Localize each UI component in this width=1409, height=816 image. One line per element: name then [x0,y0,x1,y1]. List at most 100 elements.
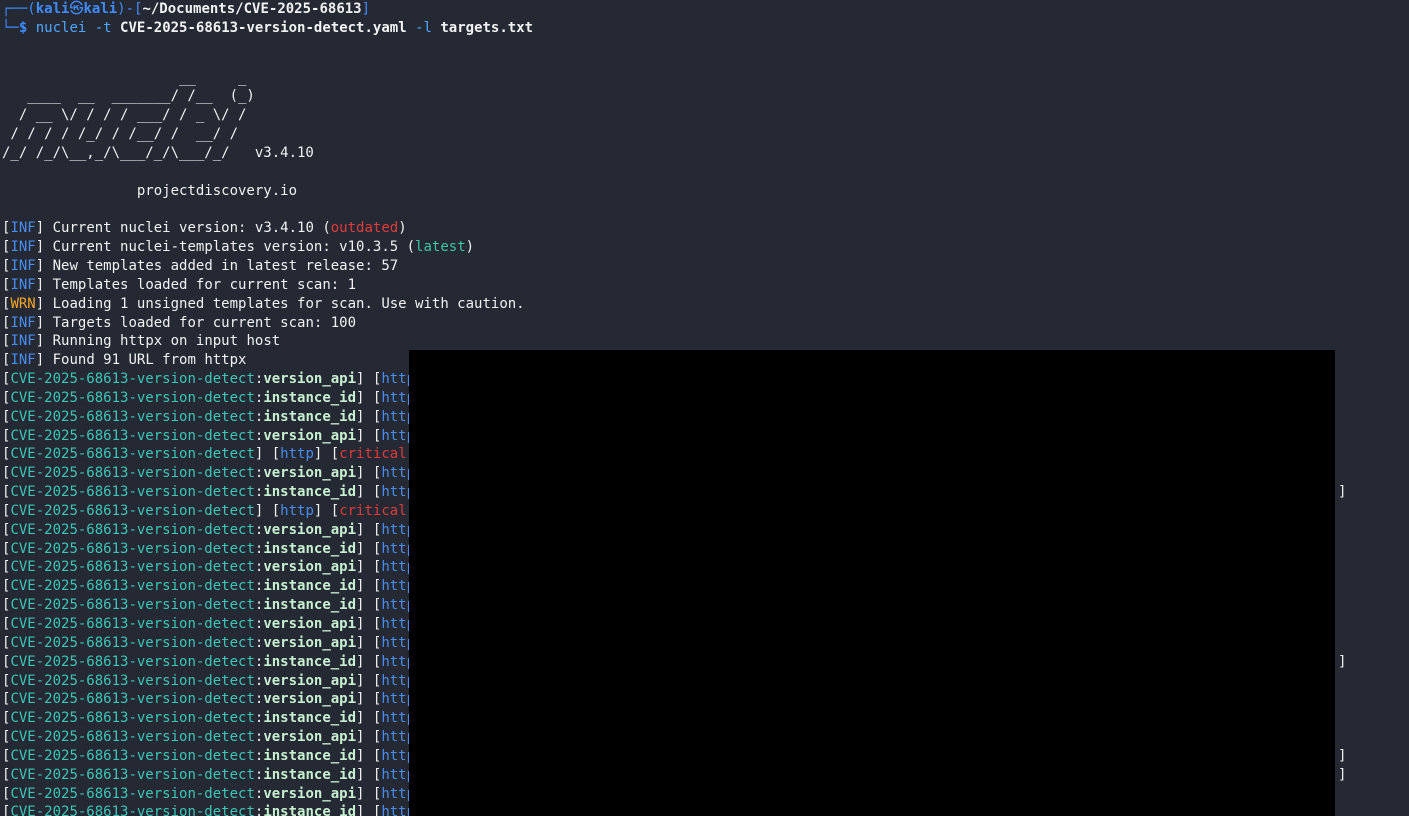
log-message: New templates added in latest release: 5… [44,257,399,274]
prompt-at-symbol: ㉿ [69,1,84,17]
log-line: [INF] Templates loaded for current scan:… [0,276,1409,295]
log-message-tail: ) [398,220,407,237]
bracket-sep: ] [ [356,559,382,576]
bracket-sep: ] [ [356,371,382,388]
log-line: [INF] Current nuclei-templates version: … [0,238,1409,257]
matcher-name: version_api [263,634,357,651]
log-level-tag: INF [10,239,36,256]
bracket-sep: ] [ [356,616,382,632]
matcher-name: version_api [263,559,357,576]
matcher-name: version_api [263,729,357,746]
result-close-bracket: ] [1338,484,1347,501]
matcher-name: version_api [263,672,357,689]
matcher-name: instance_id [263,766,357,783]
severity-tag: critical [339,446,407,463]
prompt-separator: )-[ [117,1,143,17]
matcher-name: version_api [263,616,357,632]
command-name: nuclei [35,19,87,36]
matcher-name: instance_id [263,653,357,670]
bracket-sep: ] [ [356,465,382,482]
bracket-sep: ] [ [254,502,281,519]
template-id: CVE-2025-68613-version-detect [10,691,255,708]
template-id: CVE-2025-68613-version-detect [10,597,255,614]
log-level-tag: INF [10,257,36,274]
protocol-tag: http [280,446,314,463]
log-level-tag: INF [10,276,36,293]
log-line: [INF] Targets loaded for current scan: 1… [0,314,1409,333]
banner-line-3: / __ \/ / / / ___/ / _ \/ / [2,107,247,124]
prompt-dollar: $ [18,19,28,36]
template-id: CVE-2025-68613-version-detect [10,785,255,802]
template-id: CVE-2025-68613-version-detect [10,559,255,576]
log-message: Current nuclei-templates version: v10.3.… [44,239,416,256]
matcher-name: instance_id [263,710,357,727]
log-level-tag: WRN [10,295,36,312]
log-message: Found 91 URL from httpx [44,352,247,369]
bracket-sep: ] [ [356,672,382,689]
matcher-name: instance_id [263,389,357,406]
bracket-open: [ [322,446,340,463]
matcher-name: version_api [263,465,357,482]
template-id: CVE-2025-68613-version-detect [10,804,255,816]
template-id: CVE-2025-68613-version-detect [10,710,255,727]
bracket-sep: ] [ [356,427,382,444]
matcher-name: instance_id [263,484,357,501]
matcher-name: version_api [263,785,357,802]
bracket-sep: ] [ [356,710,382,727]
log-line: [INF] Running httpx on input host [0,332,1409,351]
matcher-name: instance_id [263,540,357,557]
result-close-bracket: ] [1338,653,1347,670]
log-message: Targets loaded for current scan: 100 [44,314,357,331]
bracket-close: ] [35,352,45,369]
matcher-name: instance_id [263,578,357,595]
log-message-tail: ) [465,239,475,256]
matcher-name: instance_id [263,597,357,614]
log-level-tag: INF [10,314,36,331]
bracket-sep: ] [ [356,521,382,538]
log-line: [INF] Current nuclei version: v3.4.10 (o… [0,219,1409,238]
template-id: CVE-2025-68613-version-detect [10,616,255,632]
template-id: CVE-2025-68613-version-detect [10,484,255,501]
bracket-sep: ] [ [356,785,382,802]
matcher-name: instance_id [263,408,357,425]
bracket-close: ] [35,220,45,237]
prompt-path: ~/Documents/CVE-2025-68613 [142,1,362,17]
bracket-close: ] [35,295,45,312]
command-flag-l: -l [415,19,432,36]
banner-line-2: ____ __ _______/ /__ (_) [2,88,255,105]
command-targets-arg: targets.txt [440,19,534,36]
template-id: CVE-2025-68613-version-detect [10,521,255,538]
log-line: [INF] New templates added in latest rele… [0,257,1409,276]
template-id: CVE-2025-68613-version-detect [10,408,255,425]
template-id: CVE-2025-68613-version-detect [10,747,255,764]
matcher-name: instance_id [263,804,357,816]
log-level-tag: INF [10,352,36,369]
prompt-border: ┌──( [2,1,36,17]
bracket-sep: ] [ [356,634,382,651]
log-level-tag: INF [10,333,36,350]
matcher-name: instance_id [263,747,357,764]
log-output: [INF] Current nuclei version: v3.4.10 (o… [0,219,1409,370]
matcher-name: version_api [263,371,357,388]
redaction-box [409,350,1335,816]
bracket-sep: ] [ [356,804,382,816]
bracket-sep: ] [ [356,653,382,670]
bracket-close: ] [35,276,45,293]
bracket-sep: ] [ [356,408,382,425]
bracket-open: [ [322,502,340,519]
log-highlight: outdated [330,220,399,237]
log-line: [WRN] Loading 1 unsigned templates for s… [0,295,1409,314]
prompt-border: └─ [2,19,19,36]
template-id: CVE-2025-68613-version-detect [10,672,255,689]
template-id: CVE-2025-68613-version-detect [10,446,255,463]
template-id: CVE-2025-68613-version-detect [10,371,255,388]
template-id: CVE-2025-68613-version-detect [10,427,255,444]
banner-line-1: __ _ [2,69,247,86]
severity-tag: critical [339,502,407,519]
bracket-sep: ] [ [356,747,382,764]
template-id: CVE-2025-68613-version-detect [10,389,255,406]
bracket-close: ] [35,257,45,274]
banner-site: projectdiscovery.io [2,182,298,199]
log-level-tag: INF [10,220,36,237]
bracket-sep: ] [ [356,691,382,708]
